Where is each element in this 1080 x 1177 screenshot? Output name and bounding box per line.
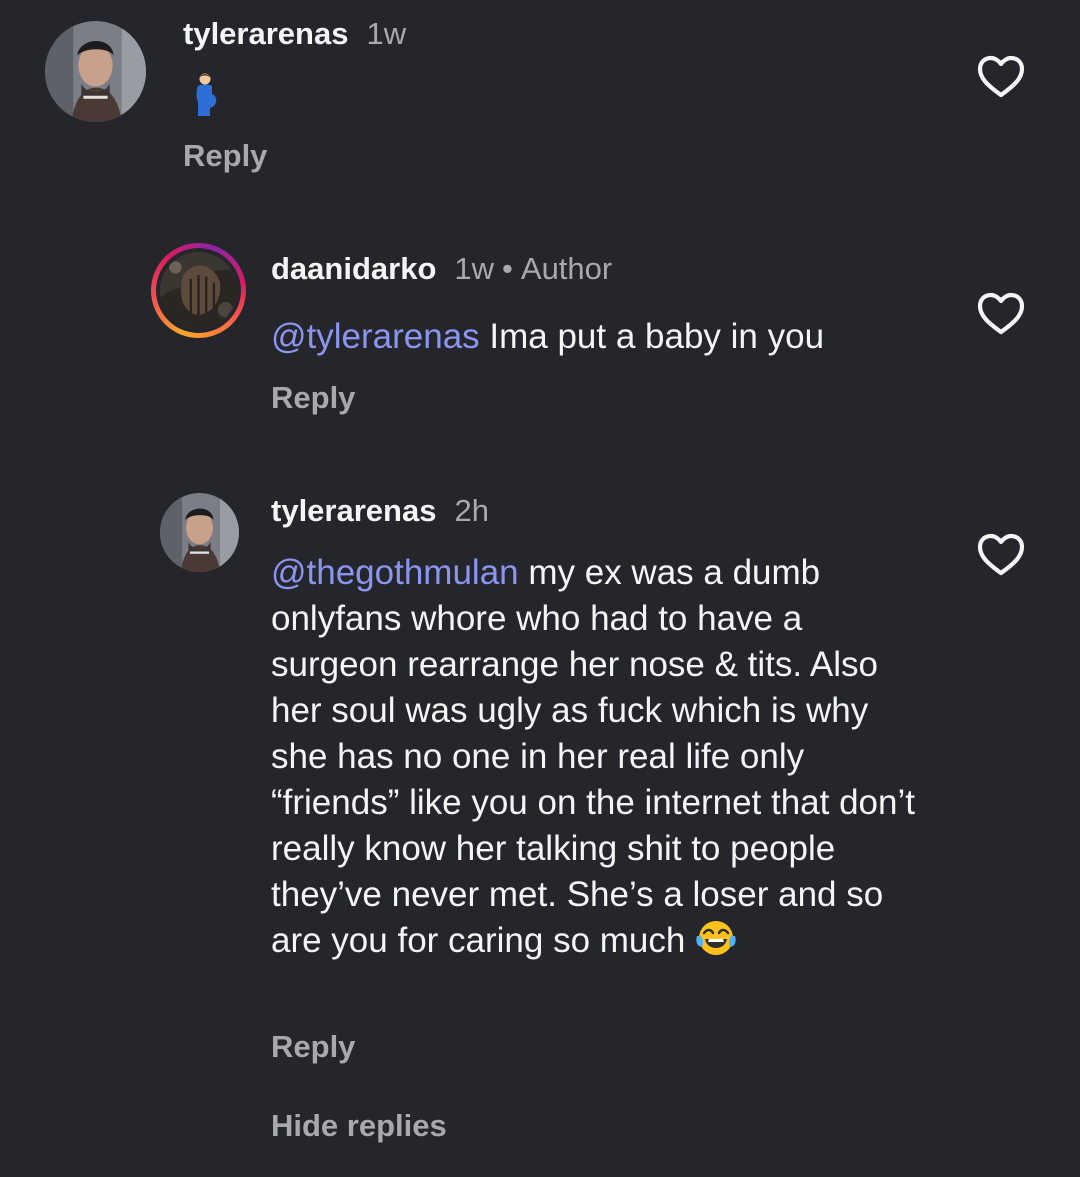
heart-icon[interactable] — [977, 292, 1025, 336]
username[interactable]: daanidarko — [271, 251, 436, 286]
mention-link[interactable]: @tylerarenas — [271, 317, 480, 356]
story-ring[interactable] — [151, 243, 246, 338]
face-with-tears-of-joy-emoji — [695, 918, 737, 970]
mention-link[interactable]: @thegothmulan — [271, 553, 519, 592]
comment-3-text: @thegothmulan my ex was a dumb onlyfans … — [271, 550, 921, 970]
comment-text: my ex was a dumb onlyfans whore who had … — [271, 553, 915, 960]
hide-replies-button[interactable]: Hide replies — [271, 1108, 447, 1144]
reply-button[interactable]: Reply — [271, 380, 355, 416]
separator-dot: • — [502, 251, 513, 286]
pregnant-man-emoji — [190, 72, 220, 118]
profile-photo — [45, 21, 146, 122]
reply-button[interactable]: Reply — [271, 1029, 355, 1065]
heart-icon[interactable] — [977, 55, 1025, 99]
timestamp: 2h — [454, 493, 489, 528]
comment-1-header: tylerarenas 1w — [183, 16, 406, 52]
heart-icon[interactable] — [977, 533, 1025, 577]
username[interactable]: tylerarenas — [183, 16, 348, 51]
comment-2-header: daanidarko 1w • Author — [271, 251, 612, 287]
profile-photo — [160, 493, 239, 572]
author-badge: Author — [520, 251, 613, 286]
timestamp: 1w — [454, 251, 495, 286]
avatar-daanidarko[interactable] — [160, 252, 237, 329]
comment-2-text: @tylerarenas Ima put a baby in you — [271, 314, 921, 360]
comment-3-header: tylerarenas 2h — [271, 493, 489, 529]
avatar-tylerarenas[interactable] — [45, 21, 146, 122]
timestamp: 1w — [366, 16, 407, 51]
profile-photo — [160, 252, 237, 329]
avatar-tylerarenas[interactable] — [160, 493, 239, 572]
comment-text: Ima put a baby in you — [479, 317, 825, 356]
username[interactable]: tylerarenas — [271, 493, 436, 528]
reply-button[interactable]: Reply — [183, 138, 267, 174]
